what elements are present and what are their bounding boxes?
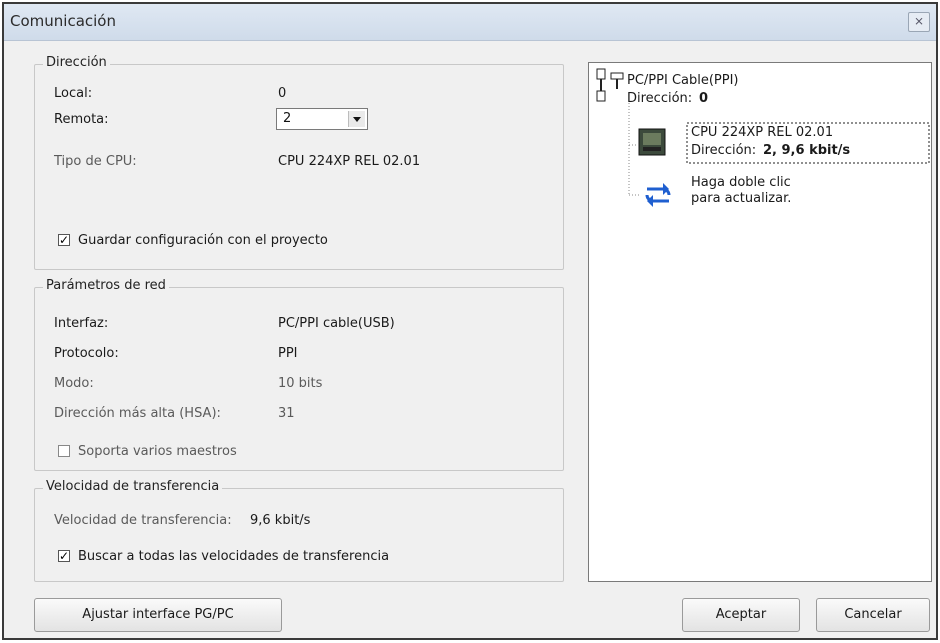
red-legend: Parámetros de red — [43, 278, 169, 293]
title-bar: Comunicación ⨯ — [4, 4, 936, 41]
communication-dialog: Comunicación ⨯ Dirección Local: 0 Remota… — [2, 2, 938, 640]
close-button[interactable]: ⨯ — [908, 12, 930, 32]
cable-address-value: 0 — [699, 91, 709, 106]
modo-value: 10 bits — [278, 376, 323, 391]
protocolo-value: PPI — [278, 346, 298, 361]
modo-label: Modo: — [54, 376, 94, 391]
maestros-checkbox[interactable] — [58, 445, 70, 457]
close-icon: ⨯ — [913, 14, 925, 28]
ajustar-interface-button[interactable]: Ajustar interface PG/PC — [34, 598, 282, 632]
interfaz-label: Interfaz: — [54, 316, 109, 331]
local-value: 0 — [278, 86, 287, 101]
velocidad-legend: Velocidad de transferencia — [43, 479, 223, 494]
guardar-label[interactable]: Guardar configuración con el proyecto — [78, 233, 328, 248]
buscar-checkbox[interactable]: ✓ — [58, 550, 70, 562]
buscar-label[interactable]: Buscar a todas las velocidades de transf… — [78, 549, 389, 564]
maestros-label[interactable]: Soporta varios maestros — [78, 444, 237, 459]
refresh-line2[interactable]: para actualizar. — [691, 191, 791, 206]
cpu-node-name[interactable]: CPU 224XP REL 02.01 — [691, 125, 833, 140]
cable-address-label: Dirección: — [627, 91, 693, 106]
velocidad-value: 9,6 kbit/s — [250, 513, 311, 528]
cpu-node-address-value: 2, 9,6 kbit/s — [763, 143, 851, 158]
remota-label: Remota: — [54, 112, 109, 127]
dialog-title: Comunicación — [10, 12, 116, 30]
remota-select-value: 2 — [283, 111, 292, 126]
guardar-checkbox[interactable]: ✓ — [58, 234, 70, 246]
direccion-legend: Dirección — [43, 55, 110, 70]
cancelar-button[interactable]: Cancelar — [816, 598, 930, 632]
chevron-down-icon[interactable] — [348, 111, 365, 127]
remota-select[interactable]: 2 — [276, 108, 368, 130]
refresh-line1[interactable]: Haga doble clic — [691, 175, 791, 190]
cpu-icon — [638, 128, 666, 156]
local-label: Local: — [54, 86, 93, 101]
aceptar-button[interactable]: Aceptar — [682, 598, 800, 632]
network-tree-panel[interactable]: PC/PPI Cable(PPI) Dirección: 0 CPU 224XP… — [588, 62, 932, 582]
velocidad-group: Velocidad de transferencia — [34, 479, 564, 582]
velocidad-label: Velocidad de transferencia: — [54, 513, 232, 528]
refresh-icon — [645, 183, 671, 207]
interfaz-value: PC/PPI cable(USB) — [278, 316, 395, 331]
cpu-type-label: Tipo de CPU: — [54, 154, 137, 169]
hsa-label: Dirección más alta (HSA): — [54, 406, 221, 421]
cable-name[interactable]: PC/PPI Cable(PPI) — [627, 73, 739, 88]
cable-icon — [596, 68, 624, 102]
cpu-node-address-label: Dirección: — [691, 143, 757, 158]
hsa-value: 31 — [278, 406, 295, 421]
cpu-type-value: CPU 224XP REL 02.01 — [278, 154, 421, 169]
protocolo-label: Protocolo: — [54, 346, 119, 361]
